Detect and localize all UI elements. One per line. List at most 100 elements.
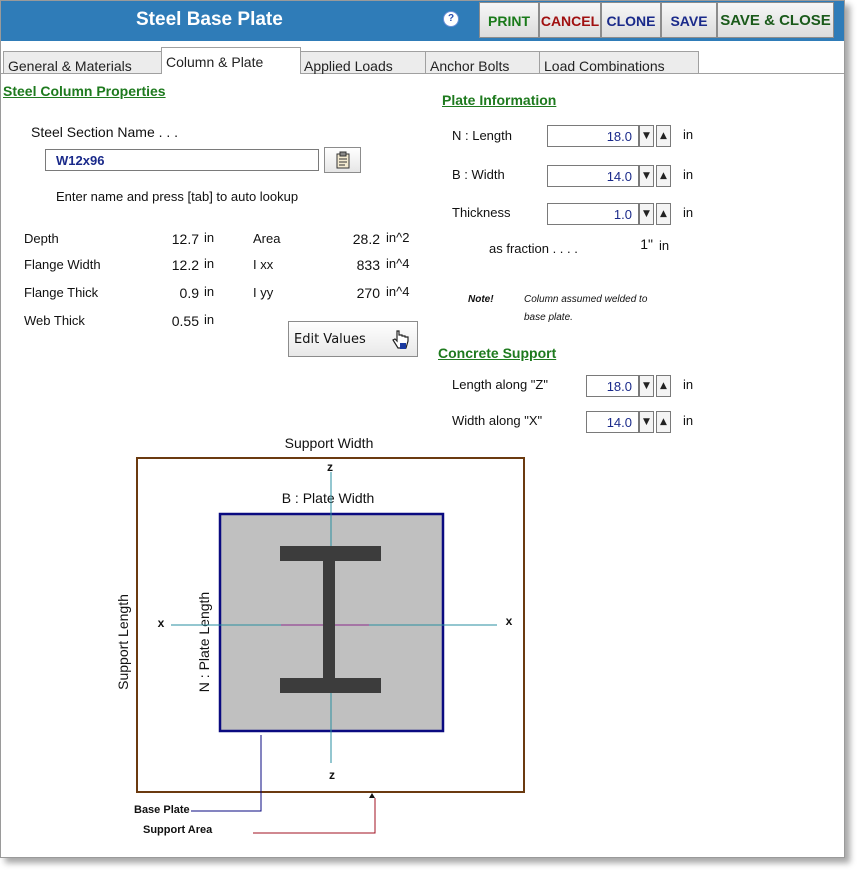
- ixx-value: 833: [356, 257, 380, 273]
- plate-thickness-decrement[interactable]: ▼: [639, 203, 654, 225]
- fraction-value: 1": [640, 236, 653, 252]
- support-area-arrow: [369, 793, 375, 798]
- cancel-button-label: CANCEL: [540, 13, 600, 29]
- flange-width-value: 12.2: [171, 257, 199, 273]
- tab-anchor-bolts[interactable]: Anchor Bolts: [425, 51, 540, 74]
- clone-button-label: CLONE: [606, 13, 656, 29]
- fraction-unit: in: [659, 238, 670, 253]
- flange-width-label: Flange Width: [24, 257, 101, 272]
- plate-width-increment[interactable]: ▲: [656, 165, 671, 187]
- iyy-label: I yy: [253, 285, 274, 300]
- save-button[interactable]: SAVE: [661, 2, 717, 38]
- base-plate-diagram: Support Width Support Length B : Plate W…: [115, 435, 525, 836]
- concrete-support-heading: Concrete Support: [438, 345, 557, 361]
- area-unit: in^2: [386, 230, 410, 245]
- print-button-label: PRINT: [488, 13, 530, 29]
- help-icon[interactable]: ?: [443, 11, 459, 27]
- support-width-label: Support Width: [285, 435, 374, 451]
- web-thick-unit: in: [204, 312, 215, 327]
- auto-lookup-hint: Enter name and press [tab] to auto looku…: [56, 189, 299, 204]
- plate-thickness-value: 1.0: [613, 207, 632, 222]
- depth-value: 12.7: [171, 231, 199, 247]
- note-text-line2: base plate.: [524, 312, 573, 323]
- window-title: Steel Base Plate: [136, 9, 283, 30]
- steel-section-input[interactable]: W12x96: [45, 149, 319, 171]
- web-thick-label: Web Thick: [24, 313, 85, 328]
- column-top-flange: [280, 546, 381, 561]
- tab-column-plate[interactable]: Column & Plate: [161, 47, 301, 74]
- depth-unit: in: [204, 230, 215, 245]
- plate-length-decrement[interactable]: ▼: [639, 125, 654, 147]
- flange-thick-label: Flange Thick: [24, 285, 99, 300]
- flange-width-unit: in: [204, 256, 215, 271]
- save-button-label: SAVE: [670, 13, 708, 29]
- x-axis-left-label: x: [158, 616, 165, 630]
- iyy-value: 270: [356, 285, 380, 301]
- print-button[interactable]: PRINT: [479, 2, 539, 38]
- plate-length-input[interactable]: 18.0: [547, 125, 639, 147]
- clone-button[interactable]: CLONE: [601, 2, 661, 38]
- plate-width-unit: in: [683, 167, 694, 182]
- plate-length-value: 18.0: [606, 129, 632, 144]
- plate-length-unit: in: [683, 127, 694, 142]
- tab-label: Load Combinations: [544, 58, 665, 74]
- plate-width-input[interactable]: 14.0: [547, 165, 639, 187]
- note-text-line1: Column assumed welded to: [524, 294, 648, 305]
- support-length-input[interactable]: 18.0: [586, 375, 639, 397]
- steel-base-plate-window: Steel Base Plate ? PRINT CANCEL CLONE SA…: [0, 0, 845, 858]
- web-thick-value: 0.55: [171, 313, 199, 329]
- plate-width-decrement[interactable]: ▼: [639, 165, 654, 187]
- plate-length-label: N : Plate Length: [196, 592, 212, 692]
- tab-label: Anchor Bolts: [430, 58, 510, 74]
- tab-applied-loads[interactable]: Applied Loads: [299, 51, 426, 74]
- depth-label: Depth: [24, 231, 59, 246]
- flange-thick-value: 0.9: [179, 285, 199, 301]
- title-bar: Steel Base Plate ? PRINT CANCEL CLONE SA…: [1, 1, 844, 41]
- support-length-increment[interactable]: ▲: [656, 375, 671, 397]
- support-length-decrement[interactable]: ▼: [639, 375, 654, 397]
- plate-length-increment[interactable]: ▲: [656, 125, 671, 147]
- edit-values-button[interactable]: Edit Values: [288, 321, 418, 357]
- tab-label: Column & Plate: [166, 54, 264, 70]
- z-axis-top-label: z: [327, 460, 333, 474]
- plate-length-label: N : Length: [452, 128, 512, 143]
- support-length-label: Support Length: [115, 594, 131, 690]
- edit-values-label: Edit Values: [294, 332, 366, 347]
- column-bottom-flange: [280, 678, 381, 693]
- plate-thickness-label: Thickness: [452, 205, 511, 220]
- x-axis-right-label: x: [506, 614, 513, 628]
- iyy-unit: in^4: [386, 284, 410, 299]
- support-area-callout: Support Area: [143, 824, 213, 836]
- note-label: Note!: [468, 294, 494, 305]
- support-length-unit: in: [683, 377, 694, 392]
- plate-thickness-input[interactable]: 1.0: [547, 203, 639, 225]
- base-plate-callout: Base Plate: [134, 804, 190, 816]
- z-axis-bottom-label: z: [329, 768, 335, 782]
- cancel-button[interactable]: CANCEL: [539, 2, 601, 38]
- flange-thick-unit: in: [204, 284, 215, 299]
- steel-column-properties-heading: Steel Column Properties: [3, 83, 166, 99]
- column-web: [323, 561, 335, 678]
- tab-general-materials[interactable]: General & Materials: [3, 51, 163, 74]
- section-lookup-button[interactable]: [324, 147, 361, 173]
- area-label: Area: [253, 231, 281, 246]
- save-close-button[interactable]: SAVE & CLOSE: [717, 2, 834, 38]
- plate-width-label: B : Width: [452, 167, 505, 182]
- steel-section-value: W12x96: [56, 153, 105, 168]
- hand-pointer-icon: [392, 330, 409, 349]
- area-value: 28.2: [352, 231, 380, 247]
- tab-bar: General & Materials Column & Plate Appli…: [1, 47, 844, 74]
- clipboard-icon: [336, 151, 350, 169]
- support-length-label: Length along "Z": [452, 377, 548, 392]
- save-close-button-label: SAVE & CLOSE: [720, 12, 831, 29]
- plate-thickness-unit: in: [683, 205, 694, 220]
- ixx-unit: in^4: [386, 256, 410, 271]
- steel-section-name-label: Steel Section Name . . .: [31, 124, 179, 140]
- plate-width-label: B : Plate Width: [282, 490, 375, 506]
- plate-thickness-increment[interactable]: ▲: [656, 203, 671, 225]
- support-area-leader: [253, 798, 376, 834]
- plate-width-value: 14.0: [606, 169, 632, 184]
- ixx-label: I xx: [253, 257, 274, 272]
- tab-load-combinations[interactable]: Load Combinations: [539, 51, 699, 74]
- tab-label: General & Materials: [8, 58, 132, 74]
